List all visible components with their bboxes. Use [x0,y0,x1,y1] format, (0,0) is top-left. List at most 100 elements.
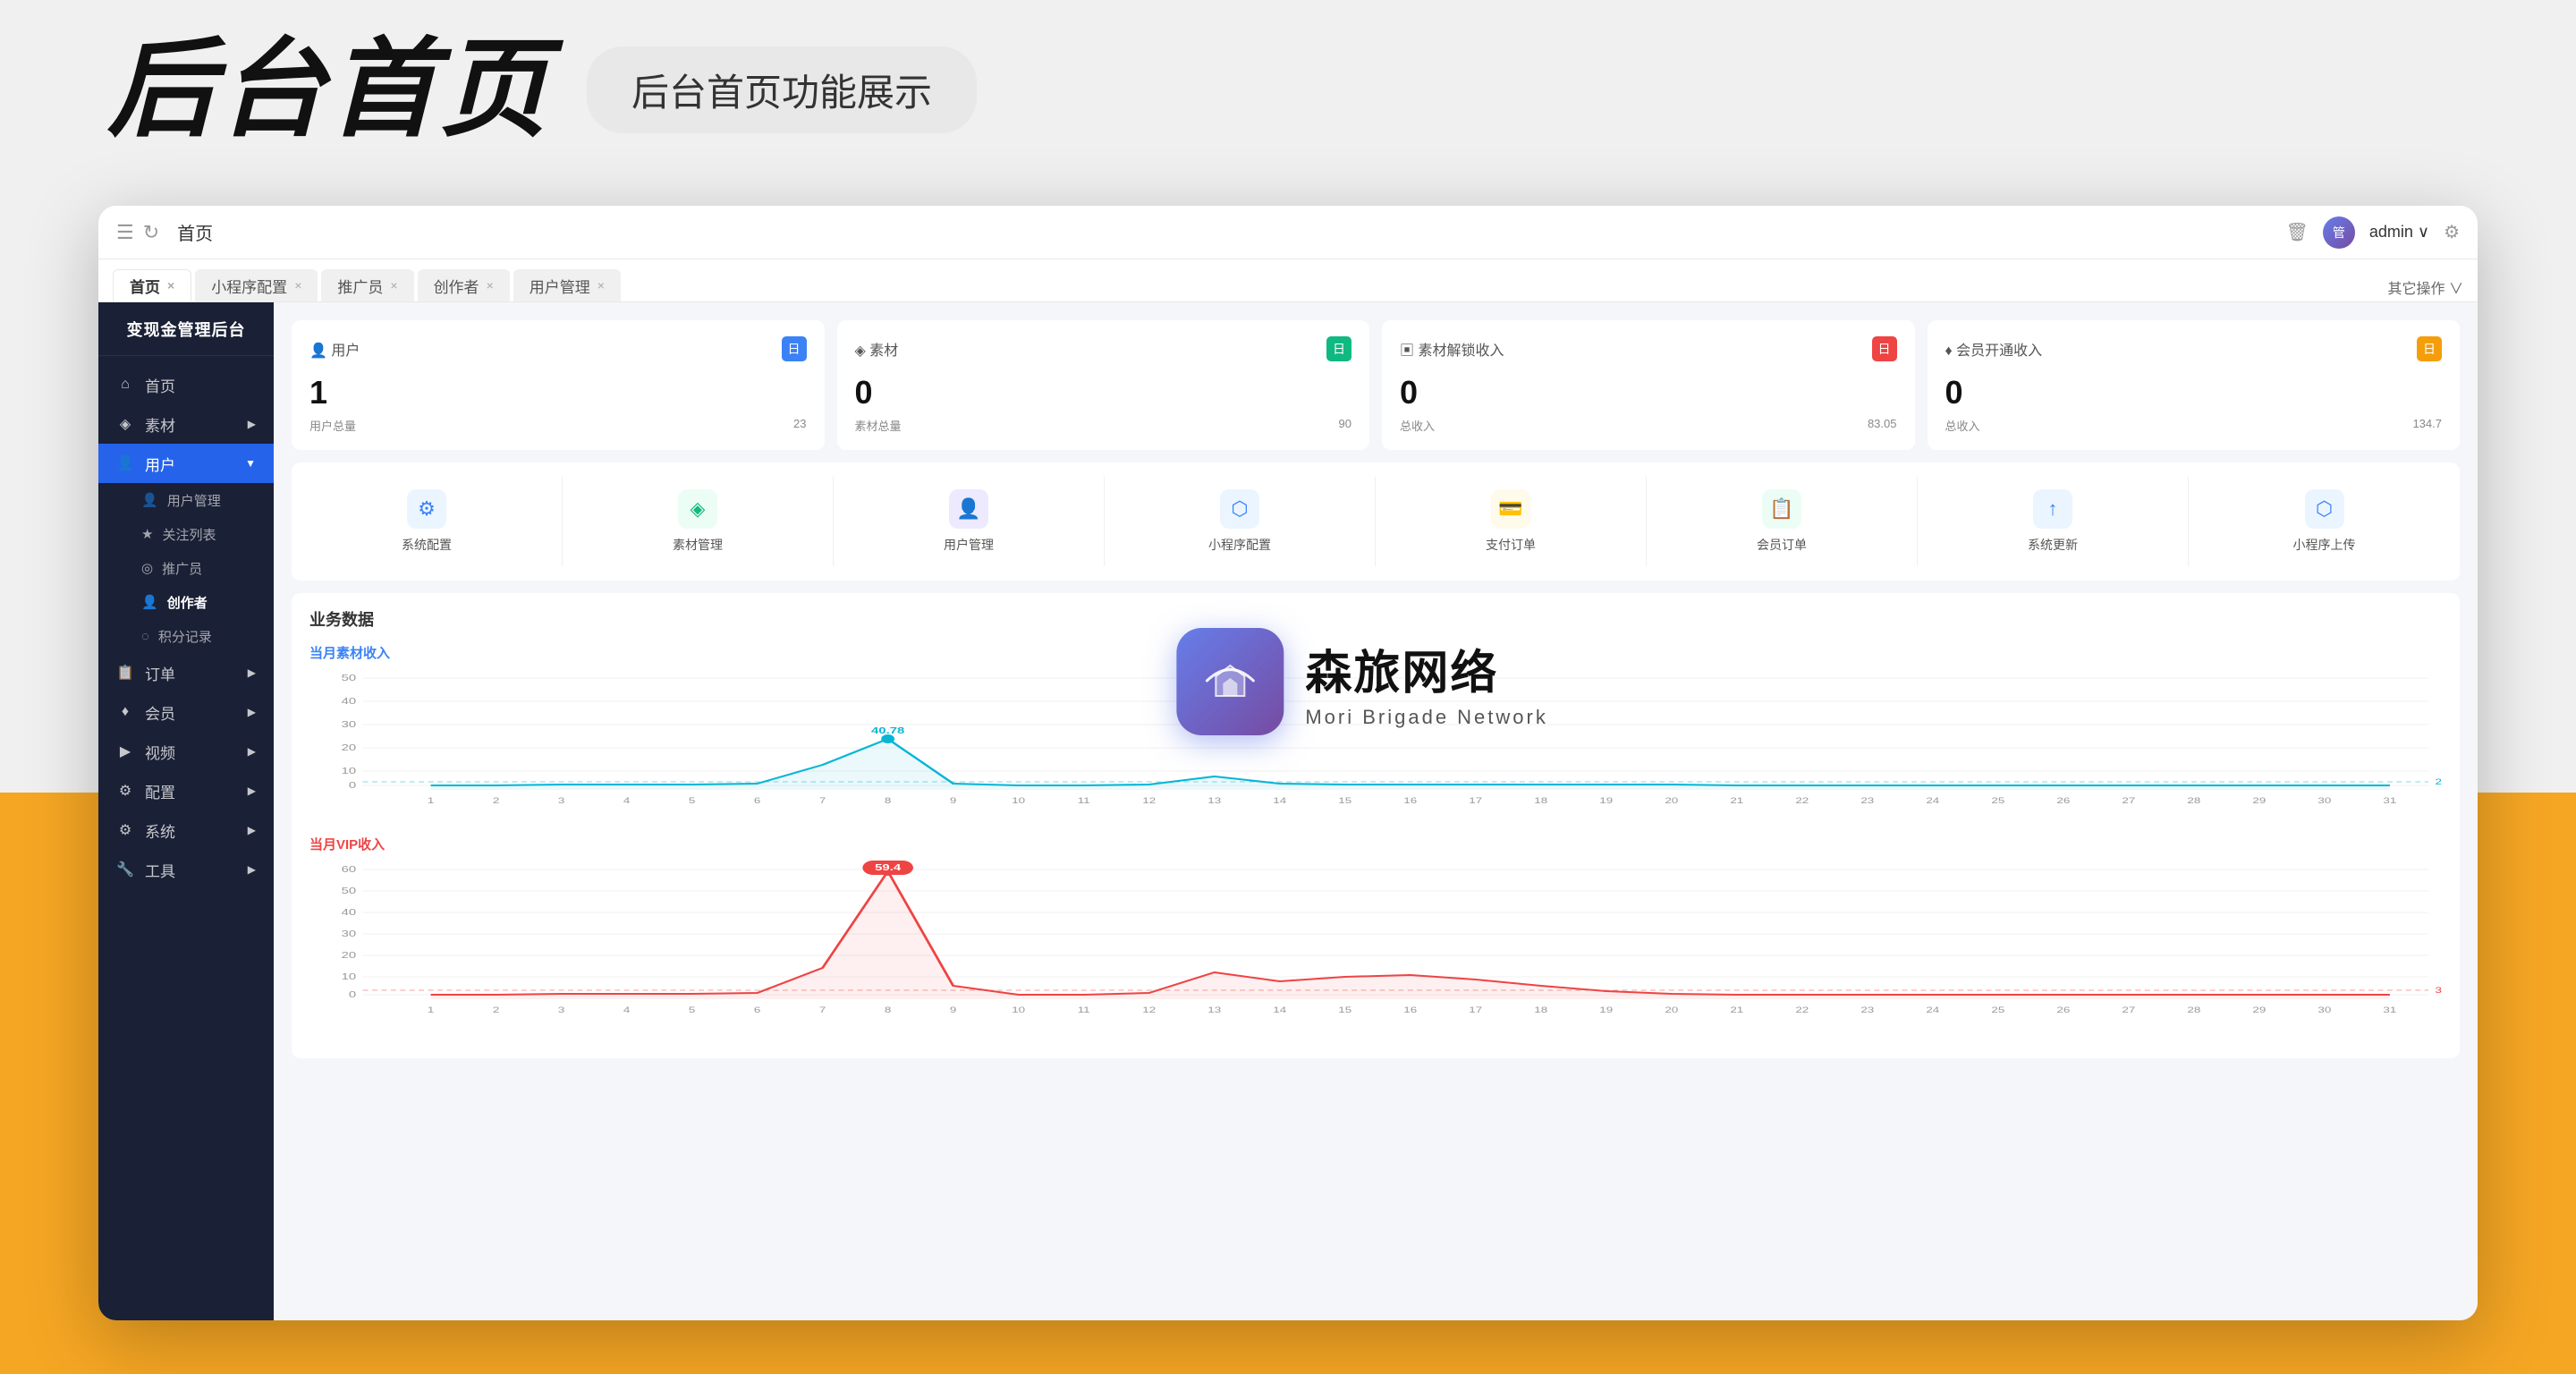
svg-text:12: 12 [1142,797,1156,805]
svg-text:5: 5 [689,1006,695,1014]
stat-label-member-income: 总收入 [1945,417,1980,434]
tab-promoter[interactable]: 推广员 × [321,269,413,301]
tab-creator-label: 创作者 [434,275,479,297]
page-subtitle: 后台首页功能展示 [587,47,977,133]
sidebar-item-system[interactable]: ⚙ 系统 ▶ [98,810,274,850]
qa-sys-update-icon: ↑ [2033,489,2072,529]
qa-user-mgr[interactable]: 👤 用户管理 [834,477,1105,566]
qa-pay-order[interactable]: 💳 支付订单 [1376,477,1647,566]
svg-text:13: 13 [1208,797,1221,805]
settings-icon[interactable]: ⚙ [2444,221,2460,243]
stat-footer-users: 用户总量 23 [309,417,807,434]
menu-icon[interactable]: ☰ [116,221,134,244]
sidebar-item-points[interactable]: ◌ 积分记录 [98,619,274,653]
svg-text:17: 17 [1469,797,1482,805]
svg-text:19: 19 [1599,1006,1613,1014]
stat-num-member-income: 134.7 [2412,417,2442,434]
sidebar-item-video[interactable]: ▶ 视频 ▶ [98,732,274,771]
tab-bar: 首页 × 小程序配置 × 推广员 × 创作者 × 用户管理 × 其它操作 ∨ [98,259,2478,302]
page-title: 后台首页 [107,36,551,143]
member-arrow: ▶ [248,706,256,718]
svg-text:20: 20 [1665,797,1678,805]
svg-text:50: 50 [342,673,357,683]
tab-miniapp-label: 小程序配置 [211,275,287,297]
stat-footer-member-income: 总收入 134.7 [1945,417,2443,434]
sidebar-item-material[interactable]: ◈ 素材 ▶ [98,404,274,444]
logo-overlay: 森旅网络 Mori Brigade Network [1176,628,1548,735]
stat-card-material: ◈ 素材 日 0 素材总量 90 [837,320,1370,450]
svg-text:28: 28 [2187,797,2200,805]
stat-header-material: ◈ 素材 日 [855,336,1352,361]
browser-window: ☰ ↻ 首页 🗑 管 admin ∨ ⚙ 首页 × 小程序配置 × 推广员 × … [98,206,2478,1320]
sidebar-item-follow[interactable]: ★ 关注列表 [98,517,274,551]
stat-header-material-income: ▣ 素材解锁收入 日 [1400,336,1897,361]
quick-actions: ⚙ 系统配置 ◈ 素材管理 👤 用户管理 ⬡ 小程序配置 💳 支付订单 [292,462,2460,581]
tab-usermgr-close[interactable]: × [597,278,605,293]
tab-home-close[interactable]: × [167,278,174,293]
qa-material-mgr[interactable]: ◈ 素材管理 [563,477,834,566]
tab-promoter-label: 推广员 [337,275,383,297]
svg-text:40.78: 40.78 [871,725,904,735]
logo-en: Mori Brigade Network [1305,706,1548,729]
tab-creator-close[interactable]: × [487,278,494,293]
tab-miniapp[interactable]: 小程序配置 × [195,269,318,301]
stat-title-users: 👤 用户 [309,338,360,360]
stat-title-member-income: ♦ 会员开通收入 [1945,338,2043,360]
system-icon: ⚙ [116,821,134,839]
video-arrow: ▶ [248,745,256,758]
sidebar-item-promoter[interactable]: ◎ 推广员 [98,551,274,585]
refresh-icon[interactable]: ↻ [143,221,159,244]
svg-text:9: 9 [950,1006,956,1014]
sidebar-item-creator[interactable]: 👤 创作者 [98,585,274,619]
svg-text:2.38: 2.38 [2436,778,2442,786]
avatar: 管 [2323,216,2355,249]
svg-text:6: 6 [754,1006,760,1014]
stat-header-member-income: ♦ 会员开通收入 日 [1945,336,2443,361]
config-arrow: ▶ [248,785,256,797]
qa-member-order[interactable]: 📋 会员订单 [1647,477,1918,566]
qa-sys-config[interactable]: ⚙ 系统配置 [292,477,563,566]
tab-miniapp-close[interactable]: × [294,278,301,293]
svg-text:27: 27 [2122,797,2135,805]
material-icon: ◈ [116,415,134,433]
stat-label-users: 用户总量 [309,417,356,434]
svg-text:18: 18 [1534,797,1547,805]
qa-sys-update-label: 系统更新 [2028,536,2078,554]
sidebar-item-config[interactable]: ⚙ 配置 ▶ [98,771,274,810]
svg-text:59.4: 59.4 [875,862,901,872]
sidebar-item-user[interactable]: 👤 用户 ▼ [98,444,274,483]
svg-text:2: 2 [493,797,499,805]
sidebar-tools-label: 工具 [145,859,175,881]
svg-text:11: 11 [1078,797,1090,805]
sidebar-brand: 变现金管理后台 [98,302,274,356]
svg-text:8: 8 [885,1006,891,1014]
sidebar-item-order[interactable]: 📋 订单 ▶ [98,653,274,692]
qa-miniapp-config[interactable]: ⬡ 小程序配置 [1105,477,1376,566]
follow-icon: ★ [141,526,153,542]
stat-card-users: 👤 用户 日 1 用户总量 23 [292,320,825,450]
tools-arrow: ▶ [248,863,256,876]
sidebar-item-user-mgr[interactable]: 👤 用户管理 [98,483,274,517]
delete-icon[interactable]: 🗑 [2285,221,2308,243]
svg-text:30: 30 [2318,1006,2331,1014]
tab-home[interactable]: 首页 × [113,269,191,301]
qa-sys-update[interactable]: ↑ 系统更新 [1918,477,2189,566]
tab-usermgr[interactable]: 用户管理 × [513,269,621,301]
svg-text:15: 15 [1338,797,1352,805]
tab-creator[interactable]: 创作者 × [418,269,510,301]
qa-miniapp-config-label: 小程序配置 [1208,536,1271,554]
tab-promoter-close[interactable]: × [390,278,397,293]
creator-icon: 👤 [141,594,158,610]
sidebar-item-member[interactable]: ♦ 会员 ▶ [98,692,274,732]
points-label: 积分记录 [158,627,212,646]
svg-text:28: 28 [2187,1006,2200,1014]
stat-value-users: 1 [309,374,807,411]
svg-text:1: 1 [428,797,434,805]
sidebar-item-home[interactable]: ⌂ 首页 [98,365,274,404]
company-logo-icon [1176,628,1284,735]
other-ops-button[interactable]: 其它操作 ∨ [2388,276,2463,301]
qa-miniapp-upload[interactable]: ⬡ 小程序上传 [2189,477,2460,566]
svg-text:8: 8 [885,797,891,805]
sidebar-item-tools[interactable]: 🔧 工具 ▶ [98,850,274,889]
svg-text:4: 4 [623,797,631,805]
